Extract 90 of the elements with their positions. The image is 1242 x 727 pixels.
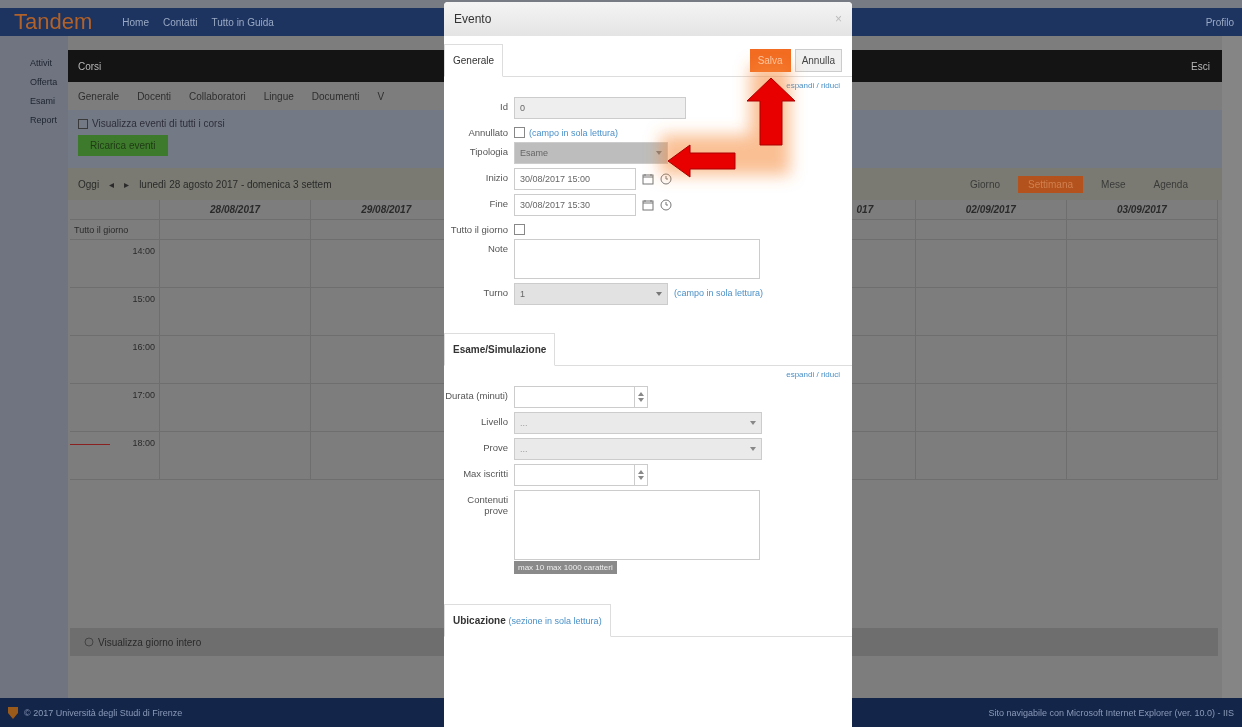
time-label: 17:00 [70,384,160,432]
sidebar-item[interactable]: Attivit [0,58,68,68]
read-only-note: (campo in sola lettura) [529,127,619,138]
tab[interactable]: Lingue [263,90,294,102]
tab[interactable]: Generale [78,90,120,102]
tab[interactable]: Docenti [137,90,172,102]
today-button[interactable]: Oggi [78,178,100,190]
expand-collapse-link[interactable]: espandi / riduci [786,370,840,382]
spinner-arrows-icon[interactable] [638,469,644,481]
reload-button[interactable]: Ricarica eventi [78,135,168,156]
field-label: Id [499,100,508,112]
dialog-title: Evento [454,12,492,26]
time-label: 18:00 [70,432,160,480]
column-header: 28/08/2017 [160,200,312,220]
tab[interactable]: V [377,90,385,102]
checkbox[interactable] [514,127,525,138]
sidebar-item[interactable]: Report [0,115,68,125]
previous-button[interactable]: ◂ [109,178,115,190]
field-label: Fine [488,197,508,209]
character-counter: max 10 max 1000 caratteri [514,561,617,574]
view-button[interactable]: Mese [1091,175,1136,193]
checkbox-label: Visualizza eventi di tutti i corsi [92,118,225,129]
number-field[interactable] [514,386,648,408]
field-label: Durata (minuti) [444,389,508,401]
date-field[interactable]: 30/08/2017 15:30 [514,194,636,216]
field-label: Tipologia [468,145,508,157]
tab[interactable]: Collaboratori [189,90,246,102]
field-label: Turno [482,286,508,298]
time-label: 16:00 [70,336,160,384]
time-label: 15:00 [70,288,160,336]
caret-icon [750,421,756,425]
view-button[interactable]: Giorno [960,175,1011,193]
select-field[interactable]: ... [514,438,762,460]
select-field[interactable]: ... [514,412,762,434]
number-field[interactable] [514,464,648,486]
exit-link[interactable]: Esci [1191,60,1210,72]
section-tab[interactable]: Ubicazione (sezione in sola lettura) [444,604,611,637]
clock-icon [84,637,94,647]
field-label: Inizio [484,171,508,183]
clock-icon[interactable] [660,199,672,211]
arrow-annotation [667,144,736,178]
field-label: Max iscritti [462,467,508,479]
nav-link[interactable]: Tutto in Guida [211,16,274,28]
checkbox[interactable] [78,118,88,129]
nav-link[interactable]: Contatti [162,16,198,28]
date-field[interactable]: 30/08/2017 15:00 [514,168,636,190]
nav-link[interactable]: Home [122,16,149,28]
next-button[interactable]: ▸ [124,178,130,190]
sidebar-item[interactable]: Offerta [0,77,68,87]
sidebar-item[interactable]: Esami [0,96,68,106]
logo[interactable]: Tandem [14,9,93,35]
cancel-button[interactable]: Annulla [794,49,842,72]
calendar-icon[interactable] [642,173,654,185]
show-full-day-link[interactable]: Visualizza giorno intero [98,636,202,648]
section-tab[interactable]: Esame/Simulazione [444,333,556,366]
copyright-text: © 2017 Università degli Studi di Firenze [24,707,183,718]
field-label: Livello [480,415,508,427]
tab[interactable]: Documenti [311,90,360,102]
read-only-note: (sezione in sola lettura) [508,616,602,626]
calendar-icon[interactable] [642,199,654,211]
save-button[interactable]: Salva [749,49,791,72]
column-header: 03/09/2017 [1066,200,1218,220]
profile-link[interactable]: Profilo [1205,16,1234,28]
field-label: Annullato [467,126,508,138]
caret-icon [750,447,756,451]
current-time-line [70,444,110,445]
spinner-arrows-icon[interactable] [638,391,644,403]
section-tab[interactable]: Generale [444,44,504,77]
text-area[interactable] [514,239,760,279]
clock-icon[interactable] [660,173,672,185]
time-label: 14:00 [70,240,160,288]
date-range: lunedì 28 agosto 2017 - domenica 3 settem [139,178,332,190]
view-button[interactable]: Agenda [1143,175,1198,193]
select-field[interactable]: Esame [514,142,668,164]
column-header: 02/09/2017 [915,200,1067,220]
caret-icon [656,151,662,155]
select-field[interactable]: 1 [514,283,668,305]
caret-icon [656,292,662,296]
section-title: Corsi [78,60,102,72]
browser-note: Sito navigabile con Microsoft Internet Explorer (ver. 10.0) - IIS [988,707,1234,718]
field-label: Contenuti prove [466,493,508,516]
field-label: Prove [482,441,508,453]
expand-collapse-link[interactable]: espandi / riduci [786,81,840,93]
shield-icon [8,706,18,719]
field-label: Note [486,242,508,254]
checkbox[interactable] [514,224,525,235]
id-field[interactable]: 0 [514,97,686,119]
field-label: Tutto il giorno [449,223,508,235]
read-only-note: (campo in sola lettura) [674,287,764,299]
text-area[interactable] [514,490,760,560]
